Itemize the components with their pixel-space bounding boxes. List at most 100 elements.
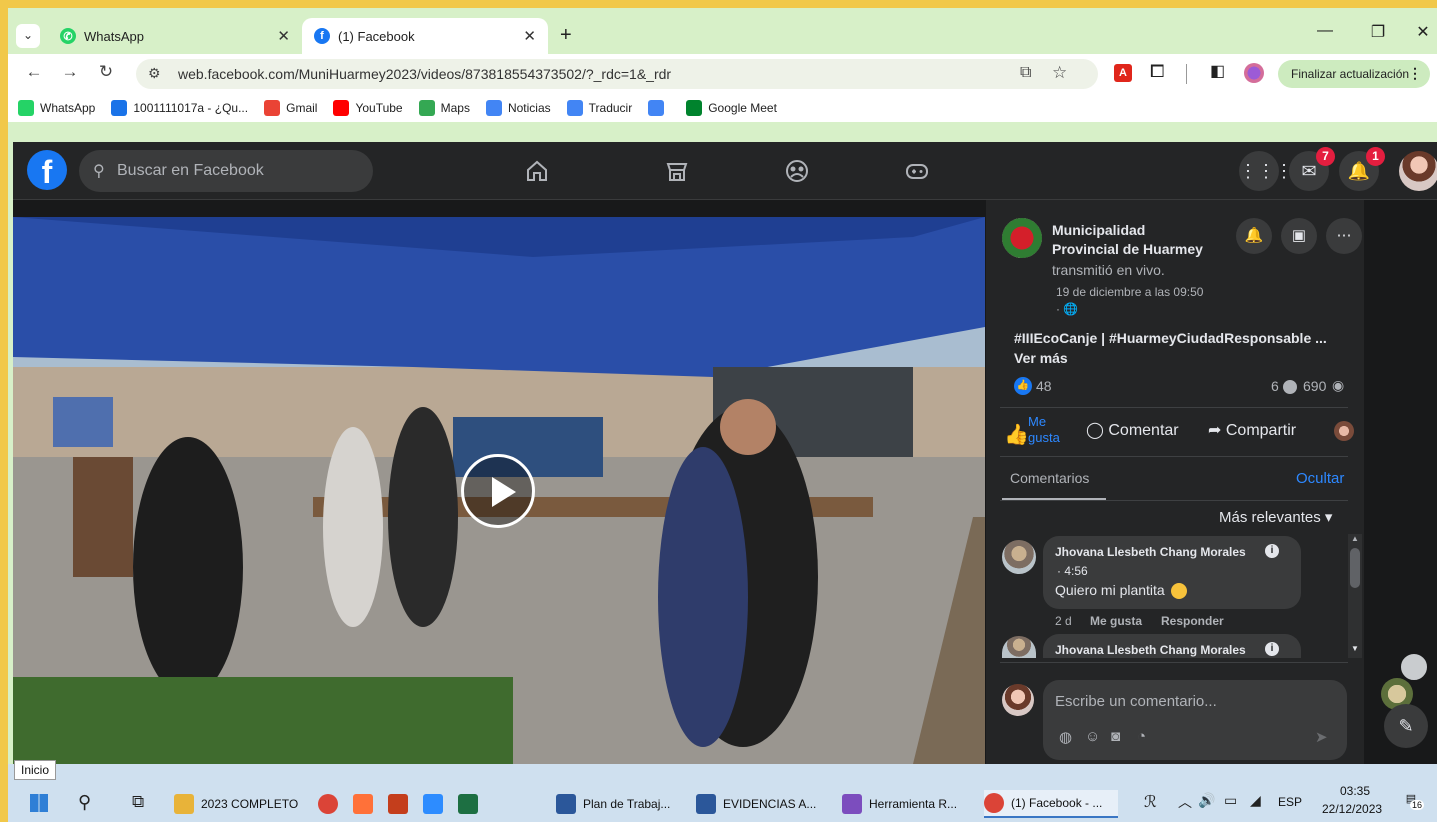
taskbar-item[interactable] xyxy=(458,790,486,818)
close-tab-icon[interactable]: ✕ xyxy=(523,27,536,45)
share-button[interactable]: ➦ Compartir xyxy=(1208,420,1296,440)
extensions-icon[interactable]: ⧠ xyxy=(1150,61,1164,82)
scroll-down-icon[interactable]: ▼ xyxy=(1351,644,1359,653)
bookmark-item[interactable]: Traducir xyxy=(566,100,632,116)
facebook-logo[interactable]: f xyxy=(27,150,67,190)
taskbar-item[interactable] xyxy=(353,790,381,818)
taskbar-item[interactable]: 2023 COMPLETO xyxy=(174,790,302,818)
taskbar-item[interactable] xyxy=(388,790,416,818)
people-icon[interactable]: ℛ xyxy=(1144,792,1157,812)
restore-icon[interactable]: ❐ xyxy=(1366,22,1390,42)
hide-comments-link[interactable]: Ocultar xyxy=(1296,470,1344,487)
like-button[interactable]: 👍 Me gusta xyxy=(1004,414,1084,450)
taskbar-item[interactable]: EVIDENCIAS A... xyxy=(696,790,830,818)
tab-whatsapp[interactable]: ✆ WhatsApp ✕ xyxy=(48,18,302,54)
likes-count[interactable]: 48 xyxy=(1036,378,1052,394)
clock-date[interactable]: 22/12/2023 xyxy=(1322,802,1382,816)
search-icon[interactable]: ⚲ xyxy=(78,792,91,813)
notifications-icon[interactable]: 🔔 1 xyxy=(1339,147,1385,191)
sort-dropdown[interactable]: Más relevantes ▾ xyxy=(1219,508,1332,526)
taskbar-item[interactable]: Plan de Trabaj... xyxy=(556,790,690,818)
minimize-icon[interactable]: — xyxy=(1313,22,1337,40)
home-icon[interactable] xyxy=(522,156,552,186)
video-player[interactable] xyxy=(13,217,985,764)
wifi-icon[interactable]: ◢ xyxy=(1250,792,1261,809)
comment-author[interactable]: Jhovana Llesbeth Chang Morales xyxy=(1055,545,1246,559)
bookmark-item[interactable]: 1001111017a - ¿Qu... xyxy=(111,100,248,116)
bookmark-item[interactable]: Gmail xyxy=(264,100,317,116)
profile-icon[interactable] xyxy=(1244,63,1264,83)
menu-grid-icon[interactable]: ⋮⋮⋮ xyxy=(1239,151,1293,191)
bookmark-item[interactable]: Maps xyxy=(418,100,470,116)
comment-button[interactable]: ◯ Comentar xyxy=(1086,420,1179,440)
more-options-button[interactable]: ⋯ xyxy=(1326,218,1362,254)
sticker-icon[interactable]: ◔ xyxy=(1137,728,1146,745)
bookmark-item[interactable]: Google Meet xyxy=(686,100,777,116)
address-bar[interactable]: ⚙ web.facebook.com/MuniHuarmey2023/video… xyxy=(136,59,1098,89)
reload-icon[interactable]: ↻ xyxy=(94,62,118,82)
comments-tab[interactable]: Comentarios xyxy=(1010,470,1089,486)
commenter-avatar[interactable] xyxy=(1002,636,1036,658)
taskbar-item[interactable] xyxy=(318,790,346,818)
bookmark-item[interactable] xyxy=(648,100,670,116)
acrobat-extension-icon[interactable]: A xyxy=(1114,64,1132,82)
bookmark-star-icon[interactable]: ☆ xyxy=(1052,63,1067,83)
comment-author[interactable]: Jhovana Llesbeth Chang Morales xyxy=(1055,643,1246,657)
comment-time[interactable]: 2 d xyxy=(1055,614,1072,628)
task-view-icon[interactable]: ⧉ xyxy=(132,792,144,812)
clock-time[interactable]: 03:35 xyxy=(1340,784,1370,798)
site-info-icon[interactable]: ⚙ xyxy=(148,65,161,82)
gaming-icon[interactable] xyxy=(902,156,932,186)
page-name-line2[interactable]: Provincial de Huarmey xyxy=(1052,241,1203,257)
groups-icon[interactable] xyxy=(782,156,812,186)
taskbar-item[interactable]: Herramienta R... xyxy=(842,790,976,818)
forward-icon[interactable]: → xyxy=(58,62,82,82)
bookmark-item[interactable]: Noticias xyxy=(485,100,551,116)
comments-count[interactable]: 6 xyxy=(1271,378,1279,394)
messenger-icon[interactable]: ✉ 7 xyxy=(1289,147,1335,191)
contact-avatar-small[interactable] xyxy=(1399,652,1429,682)
marketplace-icon[interactable] xyxy=(662,156,692,186)
install-app-icon[interactable]: ⧉ xyxy=(1020,64,1031,82)
windows-start-icon[interactable] xyxy=(30,794,48,812)
avatar-sticker-icon[interactable]: ◍ xyxy=(1059,728,1072,746)
tab-search-button[interactable]: ⌄ xyxy=(16,24,40,48)
scroll-up-icon[interactable]: ▲ xyxy=(1351,534,1359,543)
taskbar-item[interactable] xyxy=(423,790,451,818)
more-menu-icon[interactable]: ⋮ xyxy=(1408,65,1422,82)
comment-like-link[interactable]: Me gusta xyxy=(1090,614,1142,628)
back-icon[interactable]: ← xyxy=(22,62,46,82)
close-tab-icon[interactable]: ✕ xyxy=(277,27,290,45)
new-tab-button[interactable]: + xyxy=(560,24,572,47)
bookmark-item[interactable]: YouTube xyxy=(333,100,403,116)
side-panel-icon[interactable]: ◧ xyxy=(1210,61,1225,81)
my-avatar[interactable] xyxy=(1002,684,1034,716)
taskbar-item[interactable]: (1) Facebook - ... xyxy=(984,790,1118,818)
follow-bell-button[interactable]: 🔔 xyxy=(1236,218,1272,254)
new-message-button[interactable]: ✎ xyxy=(1384,704,1428,748)
play-button[interactable] xyxy=(461,454,535,528)
comments-scrollbar[interactable]: ▲ ▼ xyxy=(1348,534,1362,658)
notification-center-icon[interactable]: ▤ 16 xyxy=(1400,792,1425,812)
scroll-thumb[interactable] xyxy=(1350,548,1360,588)
comment-input[interactable]: Escribe un comentario... ◍ ☺ ◙ ◔ ➤ xyxy=(1043,680,1347,760)
commenter-avatar[interactable] xyxy=(1002,540,1036,574)
post-date[interactable]: 19 de diciembre a las 09:50 xyxy=(1056,285,1203,299)
tab-facebook[interactable]: f (1) Facebook ✕ xyxy=(302,18,548,54)
account-avatar[interactable] xyxy=(1399,151,1437,191)
see-more-link[interactable]: Ver más xyxy=(1014,350,1068,366)
save-post-button[interactable]: ▣ xyxy=(1281,218,1317,254)
volume-icon[interactable]: 🔊 xyxy=(1198,792,1215,809)
reaction-avatar[interactable] xyxy=(1334,421,1354,441)
finish-update-button[interactable]: Finalizar actualización ⋮ xyxy=(1278,60,1430,88)
battery-icon[interactable]: ▭ xyxy=(1224,792,1237,809)
bookmark-item[interactable]: WhatsApp xyxy=(18,100,95,116)
comment-reply-link[interactable]: Responder xyxy=(1161,614,1224,628)
search-input[interactable]: ⚲ Buscar en Facebook xyxy=(79,150,373,192)
emoji-icon[interactable]: ☺ xyxy=(1085,728,1100,745)
page-name-line1[interactable]: Municipalidad xyxy=(1052,222,1145,238)
language-indicator[interactable]: ESP xyxy=(1278,795,1302,809)
send-icon[interactable]: ➤ xyxy=(1315,728,1328,746)
close-window-icon[interactable]: ✕ xyxy=(1411,22,1435,42)
tray-chevron-icon[interactable]: ︿ xyxy=(1178,792,1192,812)
